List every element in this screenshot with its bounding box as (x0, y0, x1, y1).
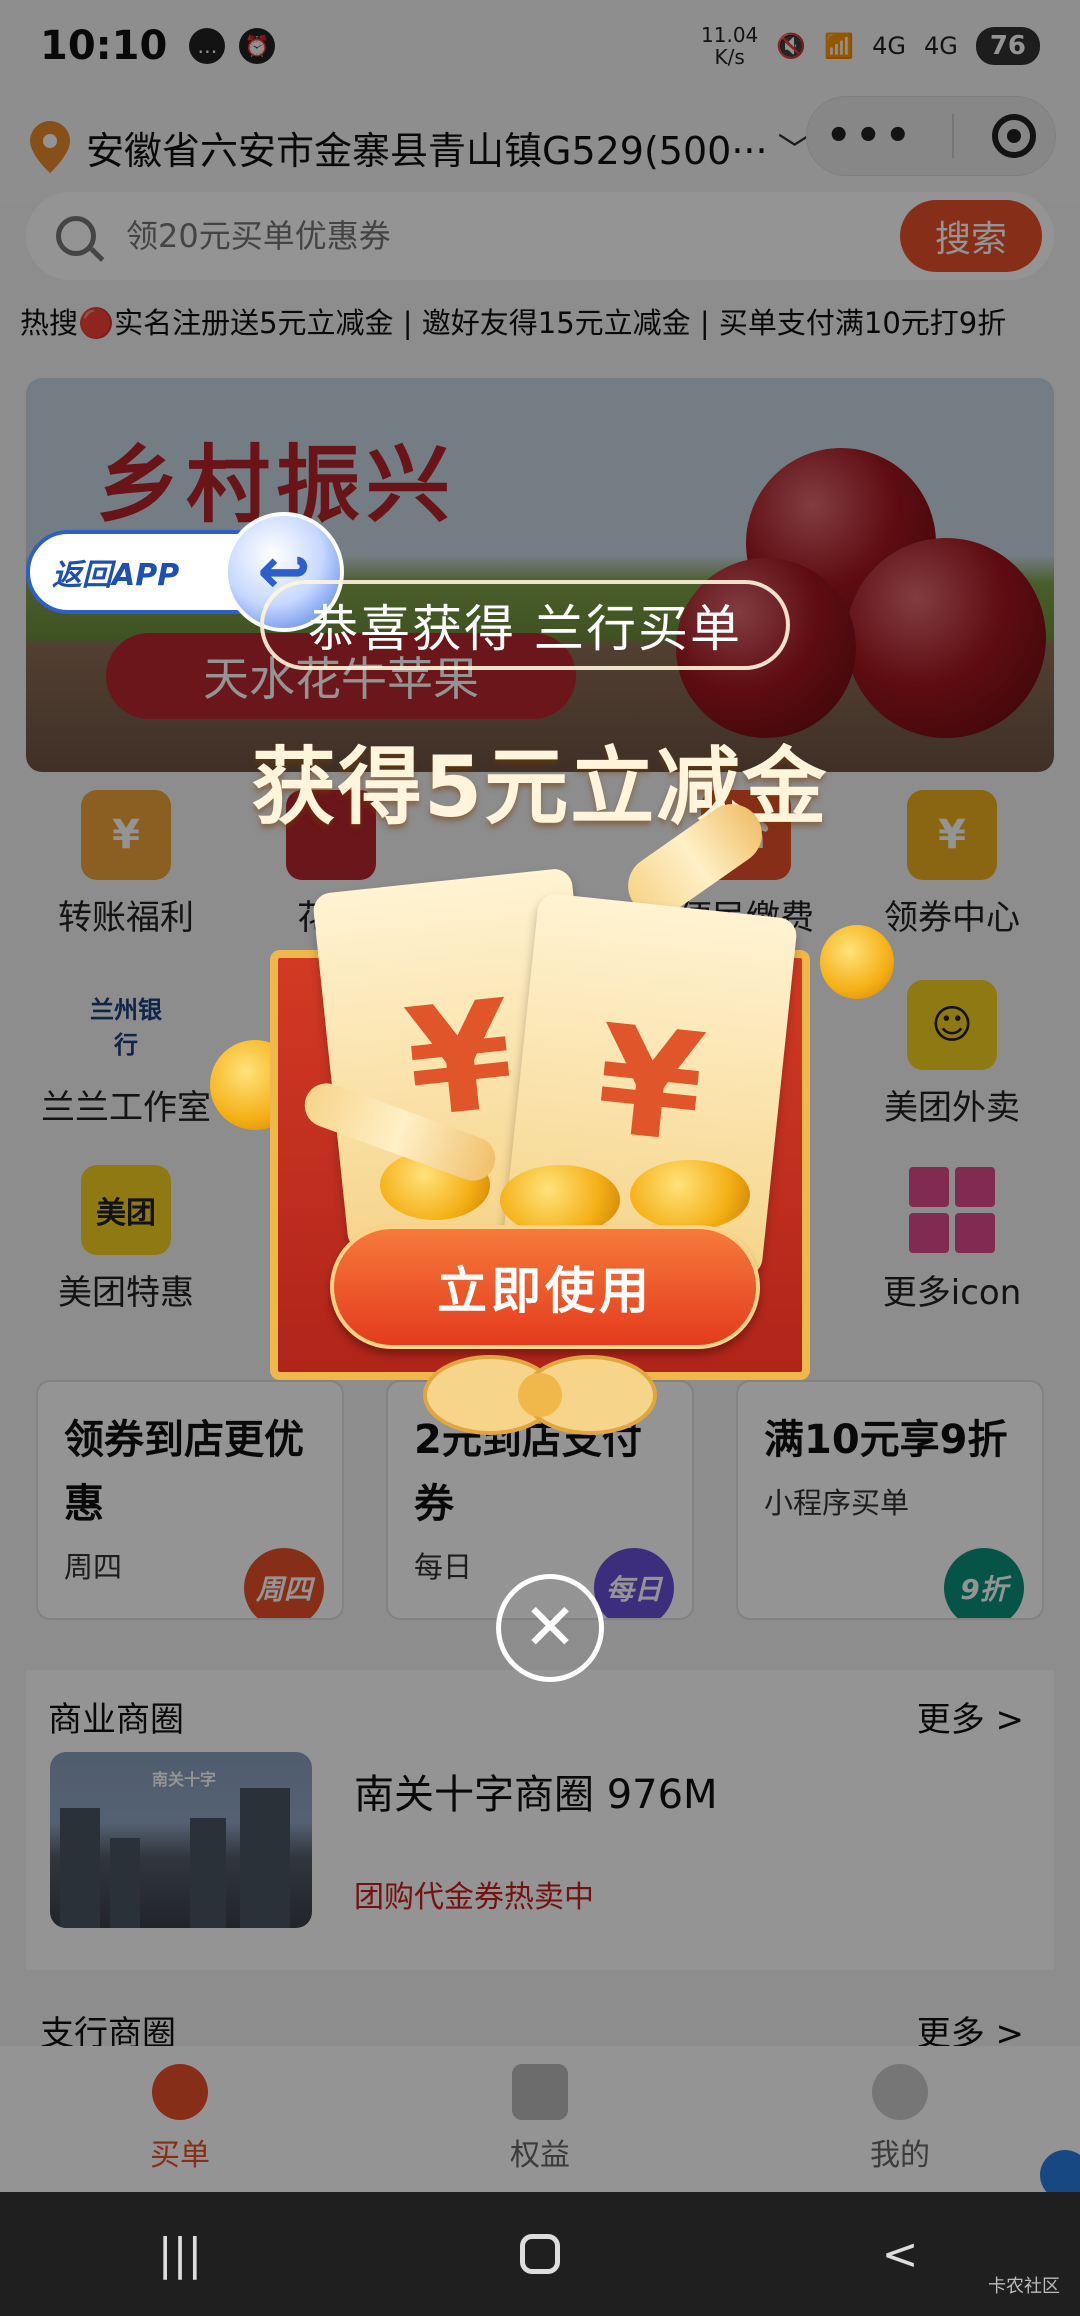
coin-icon (630, 1160, 750, 1230)
coin-icon (820, 925, 894, 999)
bow-icon (423, 1355, 657, 1435)
back-to-app-button[interactable]: 返回APP ↩ (26, 512, 344, 632)
popup-reward-title: 获得5元立减金 (251, 738, 829, 836)
use-now-button[interactable]: 立即使用 (330, 1225, 760, 1349)
recent-apps-button[interactable]: ||| (120, 2229, 240, 2280)
home-icon (520, 2234, 560, 2274)
popup-congrats: 恭喜获得 兰行买单 (260, 580, 790, 670)
system-nav-bar: ||| < (0, 2192, 1080, 2316)
home-button[interactable] (480, 2234, 600, 2274)
watermark: 卡农社区 (988, 2276, 1060, 2297)
close-popup-button[interactable]: ✕ (496, 1574, 604, 1682)
back-button[interactable]: < (840, 2229, 960, 2280)
